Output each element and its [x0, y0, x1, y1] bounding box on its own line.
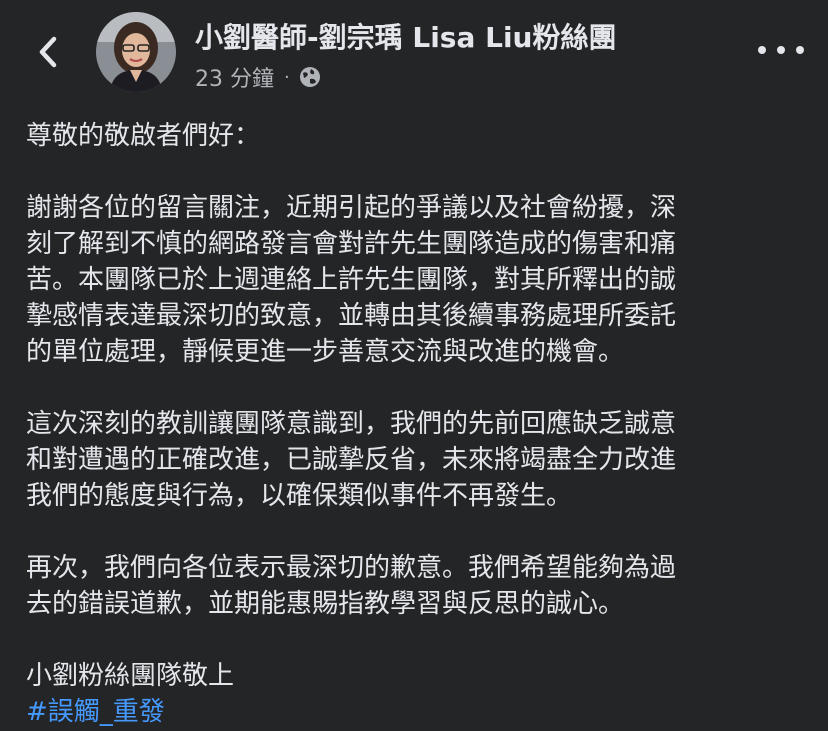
meta-separator: ·	[284, 66, 290, 88]
post-body: 尊敬的敬啟者們好： 謝謝各位的留言關注，近期引起的爭議以及社會紛擾，深 刻了解到…	[26, 118, 816, 730]
avatar[interactable]	[96, 12, 176, 92]
post-header: 小劉醫師-劉宗瑀 Lisa Liu粉絲團 23 分鐘 ·	[0, 0, 828, 110]
post-paragraph-2: 這次深刻的教訓讓團隊意識到，我們的先前回應缺乏誠意 和對遭遇的正確改進，已誠摯反…	[26, 409, 677, 511]
post-greeting: 尊敬的敬啟者們好：	[26, 121, 261, 151]
more-dot-icon	[758, 46, 766, 54]
post-signature: 小劉粉絲團隊敬上	[26, 661, 235, 691]
avatar-image	[96, 12, 176, 92]
more-dot-icon	[777, 46, 785, 54]
globe-icon	[299, 67, 320, 87]
post-timestamp[interactable]: 23 分鐘	[195, 61, 274, 93]
hashtag-link[interactable]: #誤觸_重發	[26, 694, 165, 730]
post-paragraph-3: 再次，我們向各位表示最深切的歉意。我們希望能夠為過 去的錯誤道歉，並期能惠賜指教…	[26, 553, 677, 619]
more-dot-icon	[796, 46, 804, 54]
more-options-button[interactable]	[758, 36, 804, 64]
chevron-left-icon	[39, 36, 57, 68]
back-button[interactable]	[30, 30, 66, 74]
post-meta: 23 分鐘 ·	[195, 62, 322, 92]
page-name-link[interactable]: 小劉醫師-劉宗瑀 Lisa Liu粉絲團	[195, 16, 617, 56]
post-paragraph-1: 謝謝各位的留言關注，近期引起的爭議以及社會紛擾，深 刻了解到不慎的網路發言會對許…	[26, 193, 677, 367]
